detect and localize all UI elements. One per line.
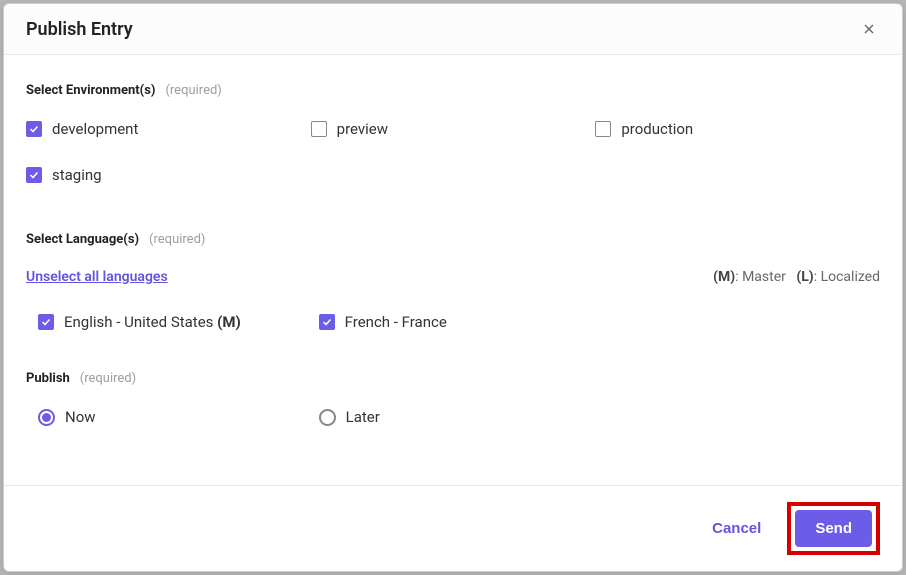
- send-button[interactable]: Send: [795, 510, 872, 547]
- close-icon: [861, 21, 877, 37]
- languages-label: Select Language(s): [26, 232, 139, 247]
- publish-option-label: Now: [65, 408, 96, 426]
- checkbox-icon: [38, 314, 54, 330]
- language-option-french-fr[interactable]: French - France: [319, 313, 600, 331]
- environment-label: development: [52, 120, 138, 138]
- environment-label: preview: [337, 120, 388, 138]
- checkbox-icon: [26, 167, 42, 183]
- legend-master-text: : Master: [735, 269, 786, 285]
- unselect-all-languages-link[interactable]: Unselect all languages: [26, 269, 168, 285]
- language-option-english-us[interactable]: English - United States (M): [38, 313, 319, 331]
- checkbox-icon: [319, 314, 335, 330]
- languages-header-row: Unselect all languages (M): Master (L): …: [26, 269, 880, 285]
- languages-section: Select Language(s) (required) Unselect a…: [26, 228, 880, 331]
- environments-section: Select Environment(s) (required) develop…: [26, 79, 880, 184]
- publish-label: Publish: [26, 371, 70, 386]
- cancel-button[interactable]: Cancel: [712, 520, 761, 537]
- environments-label: Select Environment(s): [26, 83, 155, 98]
- legend-local-text: : Localized: [814, 269, 880, 285]
- language-label: English - United States (M): [64, 313, 241, 331]
- close-button[interactable]: [858, 18, 880, 40]
- environment-label: production: [621, 120, 693, 138]
- publish-section: Publish (required) Now Later: [26, 367, 880, 426]
- languages-legend: (M): Master (L): Localized: [713, 269, 880, 285]
- publish-options: Now Later: [26, 408, 880, 426]
- publish-option-now[interactable]: Now: [38, 408, 319, 426]
- environment-option-production[interactable]: production: [595, 120, 880, 138]
- legend-local-key: (L): [796, 269, 813, 285]
- environments-grid: development preview production staging: [26, 120, 880, 184]
- checkbox-icon: [595, 121, 611, 137]
- publish-required: (required): [80, 371, 136, 386]
- modal-title: Publish Entry: [26, 19, 133, 40]
- send-button-highlight: Send: [787, 502, 880, 555]
- radio-icon: [319, 409, 336, 426]
- publish-option-later[interactable]: Later: [319, 408, 600, 426]
- environment-option-development[interactable]: development: [26, 120, 311, 138]
- modal-footer: Cancel Send: [4, 485, 902, 571]
- checkbox-icon: [26, 121, 42, 137]
- checkbox-icon: [311, 121, 327, 137]
- modal-body: Select Environment(s) (required) develop…: [4, 55, 902, 485]
- language-label: French - France: [345, 313, 447, 331]
- radio-icon: [38, 409, 55, 426]
- environments-required: (required): [165, 83, 221, 98]
- legend-master-key: (M): [713, 269, 735, 285]
- languages-grid: English - United States (M) French - Fra…: [26, 313, 880, 331]
- modal-header: Publish Entry: [4, 4, 902, 55]
- publish-entry-modal: Publish Entry Select Environment(s) (req…: [3, 3, 903, 572]
- environment-option-preview[interactable]: preview: [311, 120, 596, 138]
- environment-option-staging[interactable]: staging: [26, 166, 311, 184]
- environment-label: staging: [52, 166, 102, 184]
- publish-option-label: Later: [346, 408, 380, 426]
- languages-required: (required): [149, 232, 205, 247]
